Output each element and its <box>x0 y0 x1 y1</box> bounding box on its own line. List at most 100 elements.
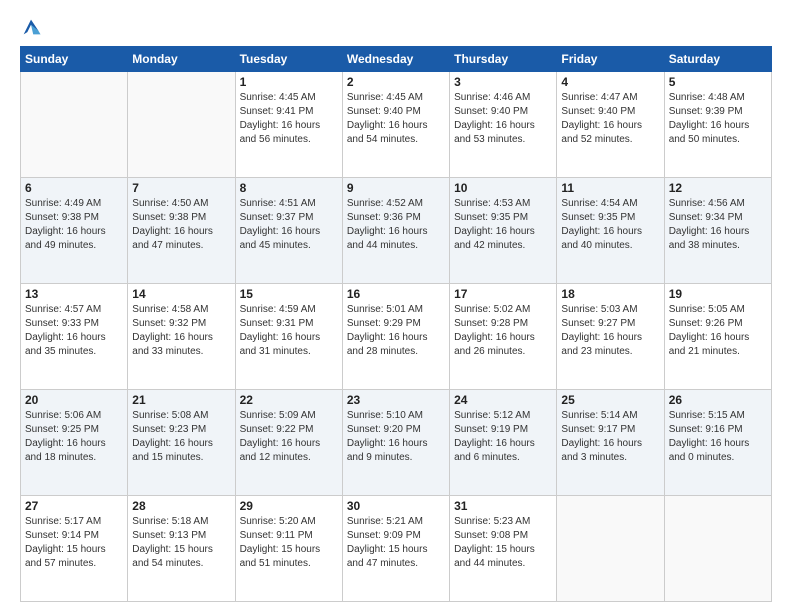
day-cell: 25 Sunrise: 5:14 AM Sunset: 9:17 PM Dayli… <box>557 390 664 496</box>
day-number: 11 <box>561 181 659 195</box>
day-number: 18 <box>561 287 659 301</box>
day-info: Sunrise: 5:09 AM Sunset: 9:22 PM Dayligh… <box>240 409 338 465</box>
header <box>20 16 772 38</box>
day-info: Sunrise: 4:53 AM Sunset: 9:35 PM Dayligh… <box>454 197 552 253</box>
day-info: Sunrise: 4:52 AM Sunset: 9:36 PM Dayligh… <box>347 197 445 253</box>
day-cell: 26Sunrise: 5:15 AM Sunset: 9:16 PM Dayli… <box>664 390 771 496</box>
day-cell <box>557 496 664 602</box>
week-row-3: 13 Sunrise: 4:57 AM Sunset: 9:33 PM Dayli… <box>21 284 772 390</box>
day-number: 21 <box>132 393 230 407</box>
day-cell: 4 Sunrise: 4:47 AM Sunset: 9:40 PM Daylig… <box>557 72 664 178</box>
day-cell: 28 Sunrise: 5:18 AM Sunset: 9:13 PM Dayli… <box>128 496 235 602</box>
day-cell: 21 Sunrise: 5:08 AM Sunset: 9:23 PM Dayli… <box>128 390 235 496</box>
day-number: 7 <box>132 181 230 195</box>
day-info: Sunrise: 4:45 AM Sunset: 9:40 PM Dayligh… <box>347 91 445 147</box>
day-header-saturday: Saturday <box>664 47 771 72</box>
day-cell: 19 Sunrise: 5:05 AM Sunset: 9:26 PM Dayli… <box>664 284 771 390</box>
day-cell: 1 Sunrise: 4:45 AM Sunset: 9:41 PM Daylig… <box>235 72 342 178</box>
day-number: 27 <box>25 499 123 513</box>
day-number: 15 <box>240 287 338 301</box>
day-header-monday: Monday <box>128 47 235 72</box>
week-row-1: 1 Sunrise: 4:45 AM Sunset: 9:41 PM Daylig… <box>21 72 772 178</box>
day-number: 28 <box>132 499 230 513</box>
day-number: 22 <box>240 393 338 407</box>
day-number: 8 <box>240 181 338 195</box>
day-number: 17 <box>454 287 552 301</box>
day-cell: 14Sunrise: 4:58 AM Sunset: 9:32 PM Dayli… <box>128 284 235 390</box>
day-info: Sunrise: 4:56 AM Sunset: 9:34 PM Dayligh… <box>669 197 767 253</box>
day-number: 16 <box>347 287 445 301</box>
day-cell: 16 Sunrise: 5:01 AM Sunset: 9:29 PM Dayli… <box>342 284 449 390</box>
day-info: Sunrise: 4:51 AM Sunset: 9:37 PM Dayligh… <box>240 197 338 253</box>
day-number: 23 <box>347 393 445 407</box>
day-number: 31 <box>454 499 552 513</box>
day-cell: 10 Sunrise: 4:53 AM Sunset: 9:35 PM Dayli… <box>450 178 557 284</box>
day-cell: 9 Sunrise: 4:52 AM Sunset: 9:36 PM Daylig… <box>342 178 449 284</box>
day-info: Sunrise: 4:59 AM Sunset: 9:31 PM Dayligh… <box>240 303 338 359</box>
day-cell: 8 Sunrise: 4:51 AM Sunset: 9:37 PM Daylig… <box>235 178 342 284</box>
day-info: Sunrise: 4:49 AM Sunset: 9:38 PM Dayligh… <box>25 197 123 253</box>
day-info: Sunrise: 5:20 AM Sunset: 9:11 PM Dayligh… <box>240 515 338 571</box>
day-number: 9 <box>347 181 445 195</box>
day-cell: 22 Sunrise: 5:09 AM Sunset: 9:22 PM Dayli… <box>235 390 342 496</box>
day-number: 10 <box>454 181 552 195</box>
day-cell: 31 Sunrise: 5:23 AM Sunset: 9:08 PM Dayli… <box>450 496 557 602</box>
day-cell <box>128 72 235 178</box>
day-number: 1 <box>240 75 338 89</box>
day-header-wednesday: Wednesday <box>342 47 449 72</box>
day-header-tuesday: Tuesday <box>235 47 342 72</box>
day-number: 13 <box>25 287 123 301</box>
day-info: Sunrise: 4:50 AM Sunset: 9:38 PM Dayligh… <box>132 197 230 253</box>
day-info: Sunrise: 5:05 AM Sunset: 9:26 PM Dayligh… <box>669 303 767 359</box>
day-cell: 13 Sunrise: 4:57 AM Sunset: 9:33 PM Dayli… <box>21 284 128 390</box>
calendar-table: SundayMondayTuesdayWednesdayThursdayFrid… <box>20 46 772 602</box>
page: SundayMondayTuesdayWednesdayThursdayFrid… <box>0 0 792 612</box>
day-cell: 11 Sunrise: 4:54 AM Sunset: 9:35 PM Dayli… <box>557 178 664 284</box>
day-info: Sunrise: 5:02 AM Sunset: 9:28 PM Dayligh… <box>454 303 552 359</box>
day-cell: 20 Sunrise: 5:06 AM Sunset: 9:25 PM Dayli… <box>21 390 128 496</box>
day-cell: 7 Sunrise: 4:50 AM Sunset: 9:38 PM Daylig… <box>128 178 235 284</box>
day-info: Sunrise: 5:10 AM Sunset: 9:20 PM Dayligh… <box>347 409 445 465</box>
day-cell: 6 Sunrise: 4:49 AM Sunset: 9:38 PM Daylig… <box>21 178 128 284</box>
day-cell: 15 Sunrise: 4:59 AM Sunset: 9:31 PM Dayli… <box>235 284 342 390</box>
day-number: 4 <box>561 75 659 89</box>
day-cell: 24Sunrise: 5:12 AM Sunset: 9:19 PM Dayli… <box>450 390 557 496</box>
day-number: 25 <box>561 393 659 407</box>
day-number: 19 <box>669 287 767 301</box>
day-cell: 5Sunrise: 4:48 AM Sunset: 9:39 PM Daylig… <box>664 72 771 178</box>
day-number: 24 <box>454 393 552 407</box>
day-info: Sunrise: 5:21 AM Sunset: 9:09 PM Dayligh… <box>347 515 445 571</box>
day-info: Sunrise: 4:57 AM Sunset: 9:33 PM Dayligh… <box>25 303 123 359</box>
day-number: 20 <box>25 393 123 407</box>
day-number: 12 <box>669 181 767 195</box>
day-number: 26 <box>669 393 767 407</box>
week-row-5: 27Sunrise: 5:17 AM Sunset: 9:14 PM Dayli… <box>21 496 772 602</box>
logo <box>20 16 44 38</box>
week-row-4: 20 Sunrise: 5:06 AM Sunset: 9:25 PM Dayli… <box>21 390 772 496</box>
day-info: Sunrise: 4:54 AM Sunset: 9:35 PM Dayligh… <box>561 197 659 253</box>
day-number: 3 <box>454 75 552 89</box>
day-info: Sunrise: 5:18 AM Sunset: 9:13 PM Dayligh… <box>132 515 230 571</box>
day-info: Sunrise: 4:45 AM Sunset: 9:41 PM Dayligh… <box>240 91 338 147</box>
day-cell: 12 Sunrise: 4:56 AM Sunset: 9:34 PM Dayli… <box>664 178 771 284</box>
day-number: 6 <box>25 181 123 195</box>
day-info: Sunrise: 5:23 AM Sunset: 9:08 PM Dayligh… <box>454 515 552 571</box>
day-number: 29 <box>240 499 338 513</box>
logo-icon <box>20 16 42 38</box>
day-info: Sunrise: 5:01 AM Sunset: 9:29 PM Dayligh… <box>347 303 445 359</box>
day-info: Sunrise: 4:47 AM Sunset: 9:40 PM Dayligh… <box>561 91 659 147</box>
day-number: 2 <box>347 75 445 89</box>
day-info: Sunrise: 5:14 AM Sunset: 9:17 PM Dayligh… <box>561 409 659 465</box>
day-cell <box>664 496 771 602</box>
day-cell: 17 Sunrise: 5:02 AM Sunset: 9:28 PM Dayli… <box>450 284 557 390</box>
day-info: Sunrise: 5:06 AM Sunset: 9:25 PM Dayligh… <box>25 409 123 465</box>
day-info: Sunrise: 5:08 AM Sunset: 9:23 PM Dayligh… <box>132 409 230 465</box>
day-header-sunday: Sunday <box>21 47 128 72</box>
day-header-friday: Friday <box>557 47 664 72</box>
day-cell: 27Sunrise: 5:17 AM Sunset: 9:14 PM Dayli… <box>21 496 128 602</box>
week-row-2: 6 Sunrise: 4:49 AM Sunset: 9:38 PM Daylig… <box>21 178 772 284</box>
day-cell: 30Sunrise: 5:21 AM Sunset: 9:09 PM Dayli… <box>342 496 449 602</box>
day-cell: 29 Sunrise: 5:20 AM Sunset: 9:11 PM Dayli… <box>235 496 342 602</box>
day-info: Sunrise: 4:48 AM Sunset: 9:39 PM Dayligh… <box>669 91 767 147</box>
day-cell: 2 Sunrise: 4:45 AM Sunset: 9:40 PM Daylig… <box>342 72 449 178</box>
